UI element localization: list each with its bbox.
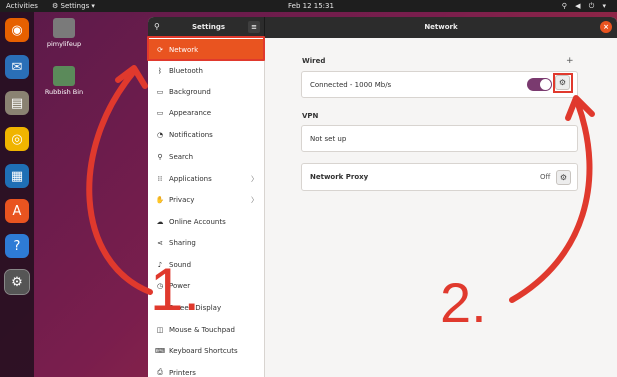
step1-label: 1. [150,256,200,323]
step1-arrow [86,71,153,295]
annotation-overlay: 1. 2. [86,65,595,334]
step2-arrow [509,101,593,303]
step2-label: 2. [440,271,487,334]
